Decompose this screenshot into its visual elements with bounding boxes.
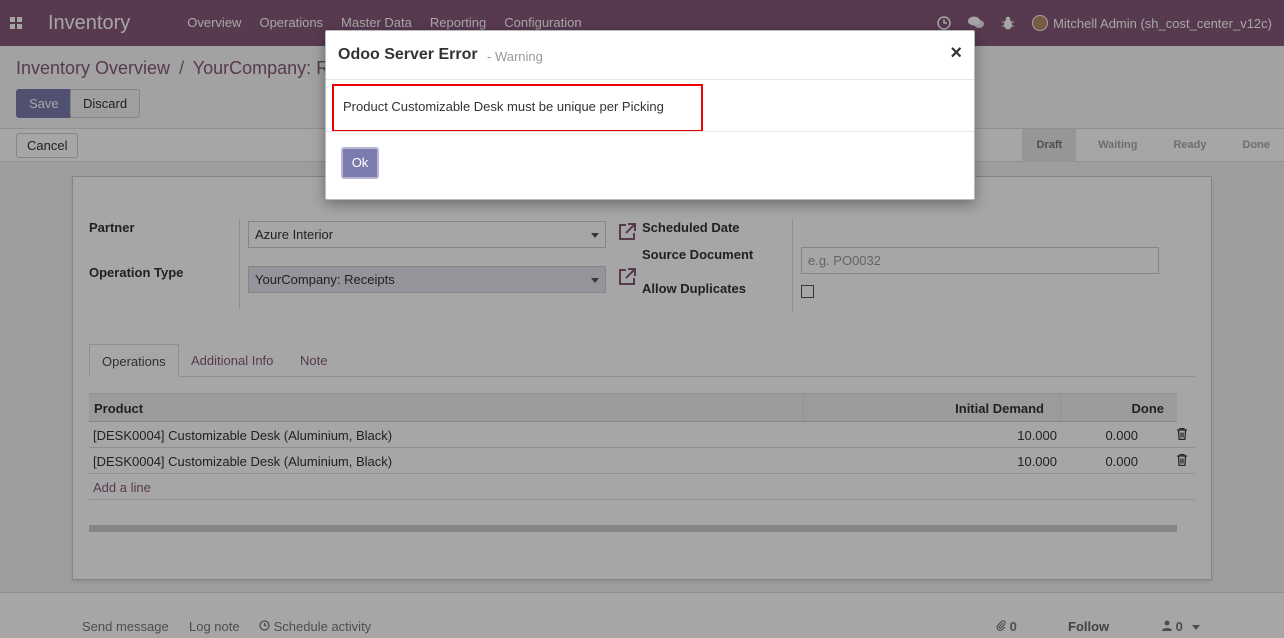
dialog-header: Odoo Server Error - Warning × bbox=[326, 31, 974, 80]
error-dialog: Odoo Server Error - Warning × Product Cu… bbox=[325, 30, 975, 200]
close-icon[interactable]: × bbox=[950, 43, 962, 63]
dialog-message-box: Product Customizable Desk must be unique… bbox=[332, 84, 703, 132]
dialog-title: Odoo Server Error bbox=[338, 46, 478, 63]
dialog-subtitle: - Warning bbox=[487, 49, 543, 64]
ok-button[interactable]: Ok bbox=[341, 147, 379, 179]
dialog-footer-divider bbox=[326, 131, 974, 132]
dialog-message: Product Customizable Desk must be unique… bbox=[343, 99, 664, 114]
